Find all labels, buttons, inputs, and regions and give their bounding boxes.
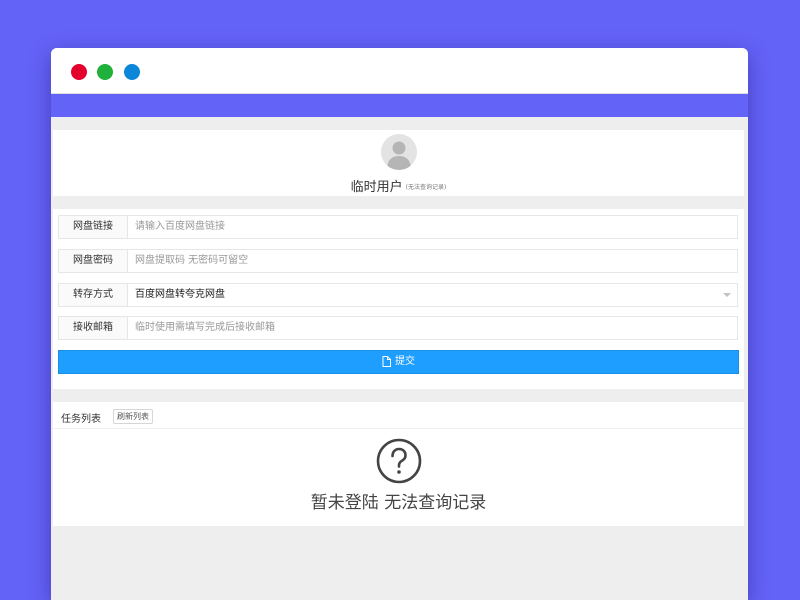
email-label: 接收邮箱	[59, 317, 128, 339]
transfer-form: 网盘链接 请输入百度网盘链接 网盘密码 网盘提取码 无密码可留空 转存方式 百度…	[53, 209, 744, 389]
password-input[interactable]: 网盘提取码 无密码可留空	[135, 250, 725, 272]
question-circle-icon	[376, 438, 422, 484]
browser-window: 临时用户 (无法查询记录) 网盘链接 请输入百度网盘链接 网盘密码 网盘提取码 无…	[51, 48, 748, 600]
password-label: 网盘密码	[59, 250, 128, 272]
minimize-window-button[interactable]	[97, 64, 113, 80]
title-bar	[51, 48, 748, 94]
user-card: 临时用户 (无法查询记录)	[53, 130, 744, 196]
task-list-header: 任务列表 刷新列表	[53, 402, 744, 429]
email-input[interactable]: 临时使用需填写完成后接收邮箱	[135, 317, 725, 339]
link-label: 网盘链接	[59, 216, 128, 238]
task-list-title: 任务列表	[61, 414, 101, 425]
form-row-link: 网盘链接 请输入百度网盘链接	[58, 215, 738, 239]
chevron-down-icon[interactable]	[723, 293, 731, 297]
form-row-method: 转存方式 百度网盘转夸克网盘	[58, 283, 738, 307]
close-window-button[interactable]	[71, 64, 87, 80]
submit-button[interactable]: 提交	[58, 350, 739, 374]
empty-message: 暂未登陆 无法查询记录	[310, 493, 487, 513]
maximize-window-button[interactable]	[124, 64, 140, 80]
top-navbar	[51, 94, 748, 117]
refresh-list-button[interactable]: 刷新列表	[113, 409, 153, 424]
method-select[interactable]: 百度网盘转夸克网盘	[135, 284, 725, 306]
user-avatar-icon	[381, 134, 417, 170]
submit-label: 提交	[395, 356, 415, 367]
user-note: (无法查询记录)	[405, 184, 447, 191]
user-name: 临时用户	[350, 180, 403, 195]
method-label: 转存方式	[59, 284, 128, 306]
form-row-password: 网盘密码 网盘提取码 无密码可留空	[58, 249, 738, 273]
link-input[interactable]: 请输入百度网盘链接	[135, 216, 725, 238]
document-icon	[382, 355, 391, 367]
task-list-card: 任务列表 刷新列表 暂未登陆 无法查询记录	[53, 402, 744, 526]
form-row-email: 接收邮箱 临时使用需填写完成后接收邮箱	[58, 316, 738, 340]
